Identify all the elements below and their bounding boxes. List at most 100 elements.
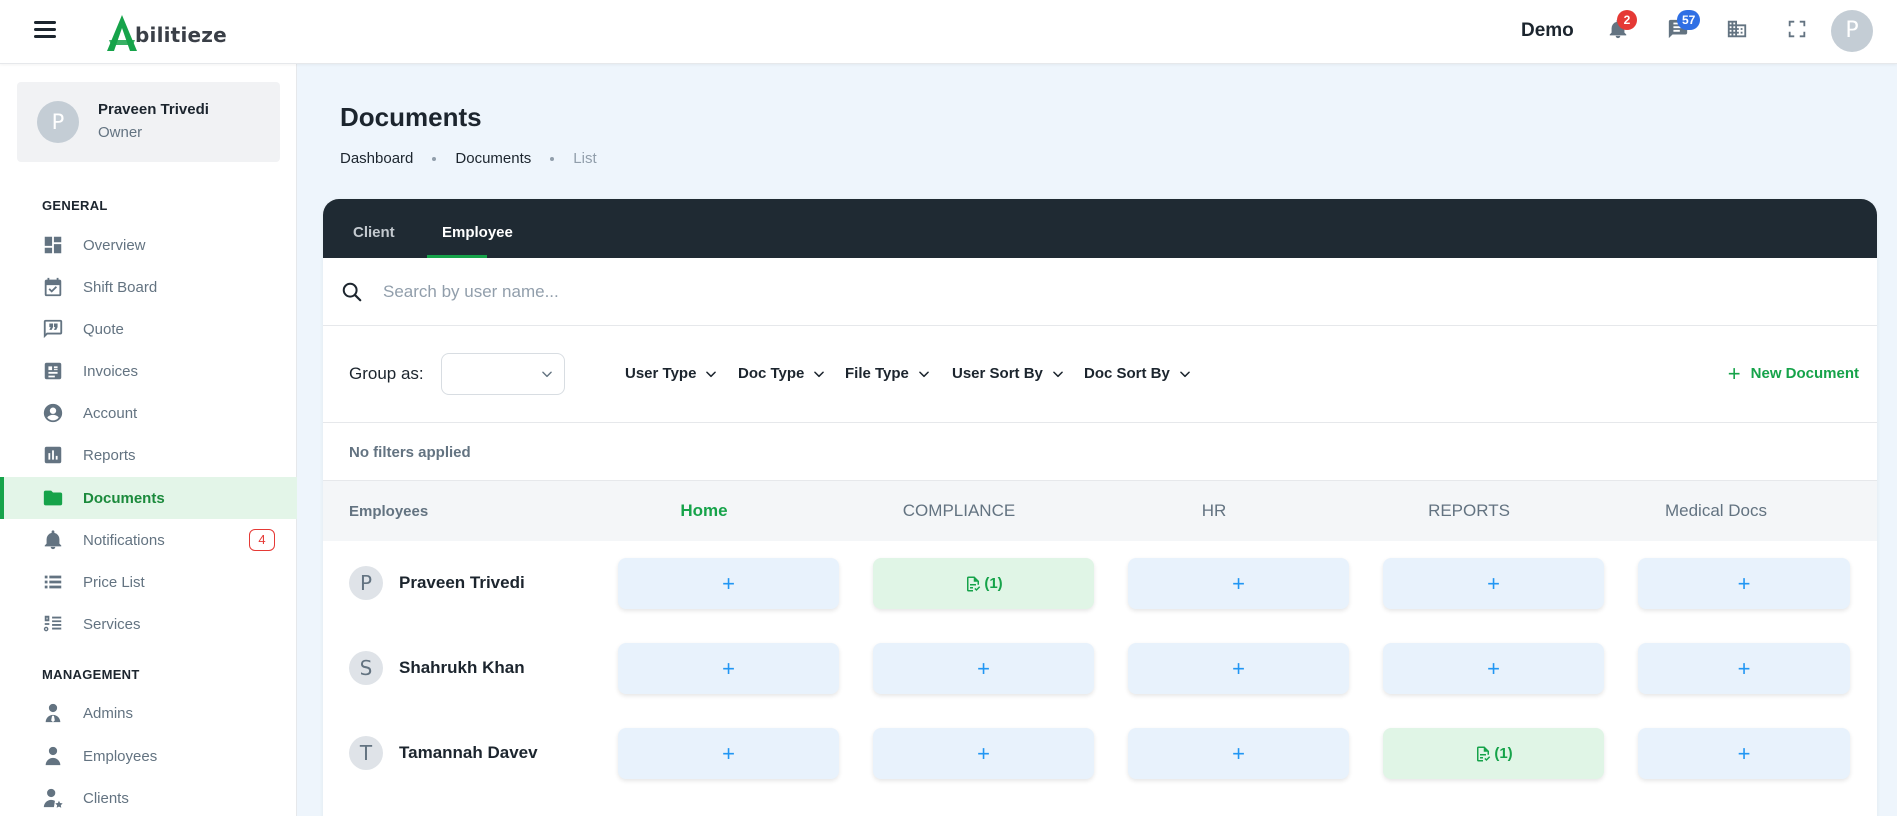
building-icon [1727,20,1747,38]
sidebar-item-label: Services [83,615,141,633]
sidebar-item-documents[interactable]: Documents [0,477,297,519]
add-document-button[interactable]: + [1383,643,1604,694]
breadcrumb-dashboard[interactable]: Dashboard [340,150,413,167]
sidebar-item-price-list[interactable]: Price List [0,561,297,603]
file-type-label: File Type [845,365,909,382]
column-header-medical-docs[interactable]: Medical Docs [1610,501,1822,521]
sidebar-item-employees[interactable]: Employees [0,735,297,777]
document-count: (1) [1494,745,1513,762]
add-document-button[interactable]: + [873,728,1094,779]
document-count-button[interactable]: (1) [873,558,1094,609]
column-header-compliance[interactable]: COMPLIANCE [849,501,1069,521]
search-bar [323,258,1877,326]
sidebar-item-label: Quote [83,320,124,338]
doc-sort-by-label: Doc Sort By [1084,365,1170,382]
filter-status-text: No filters applied [349,444,471,461]
group-as-select[interactable] [441,353,565,395]
profile-card[interactable]: P Praveen Trivedi Owner [17,82,280,162]
employee-name[interactable]: Tamannah Davev [399,743,538,763]
app-logo[interactable]: bilitieze [106,12,227,52]
employee-name[interactable]: Shahrukh Khan [399,658,525,678]
client-star-icon [42,787,64,809]
top-bar: bilitieze Demo 2 57 P [0,0,1897,64]
filter-bar: Group as: User Type Doc Type File Type U… [323,326,1877,423]
document-count-button[interactable]: (1) [1383,728,1604,779]
chevron-down-icon [1180,370,1190,377]
column-header-reports[interactable]: REPORTS [1359,501,1579,521]
logo-a-icon [107,15,137,51]
column-header-hr[interactable]: HR [1104,501,1324,521]
sidebar-item-quote[interactable]: Quote [0,308,297,350]
sidebar-item-notifications[interactable]: Notifications 4 [0,519,297,561]
doc-sort-by-dropdown[interactable]: Doc Sort By [1084,365,1192,382]
logo-text: bilitieze [135,23,227,47]
new-document-label: New Document [1750,365,1859,382]
employee-name[interactable]: Praveen Trivedi [399,573,525,593]
add-document-button[interactable]: + [1128,728,1349,779]
user-sort-by-label: User Sort By [952,365,1043,382]
menu-toggle-icon[interactable] [34,21,56,39]
tab-bar: Client Employee [323,199,1877,258]
sidebar-item-label: Notifications [83,531,165,549]
add-document-button[interactable]: + [1638,643,1850,694]
add-document-button[interactable]: + [1383,558,1604,609]
sidebar: P Praveen Trivedi Owner GENERAL Overview… [0,64,297,816]
sidebar-item-label: Employees [83,747,158,765]
add-document-button[interactable]: + [1638,728,1850,779]
user-type-label: User Type [625,365,697,382]
user-avatar[interactable]: P [1831,10,1873,52]
sidebar-item-services[interactable]: Services [0,603,297,645]
table-row: T Tamannah Davev + + + (1) + [323,711,1877,796]
section-title-general: GENERAL [42,198,108,213]
sidebar-item-label: Shift Board [83,278,158,296]
company-name[interactable]: Demo [1521,20,1574,42]
bell-icon [42,529,64,551]
quote-icon [42,318,64,340]
new-document-button[interactable]: + New Document [1727,360,1859,386]
list-icon [42,571,64,593]
add-document-button[interactable]: + [1128,558,1349,609]
add-document-button[interactable]: + [1128,643,1349,694]
sidebar-item-label: Clients [83,789,129,807]
sidebar-item-overview[interactable]: Overview [0,224,297,266]
tab-employee[interactable]: Employee [442,224,513,241]
messages-button[interactable]: 57 [1667,10,1701,44]
notifications-button[interactable]: 2 [1607,10,1637,44]
tab-client[interactable]: Client [353,224,395,241]
organization-button[interactable] [1726,18,1752,44]
bar-chart-icon [42,444,64,466]
breadcrumb-documents[interactable]: Documents [455,150,531,167]
employee-user-icon [42,745,64,767]
user-sort-by-dropdown[interactable]: User Sort By [952,365,1065,382]
sidebar-item-label: Price List [83,573,145,591]
sidebar-item-reports[interactable]: Reports [0,434,297,476]
document-count: (1) [984,575,1003,592]
chevron-down-icon [919,370,929,377]
sidebar-item-account[interactable]: Account [0,392,297,434]
sidebar-item-admins[interactable]: Admins [0,692,297,734]
admin-user-icon [42,702,64,724]
sidebar-item-invoices[interactable]: Invoices [0,350,297,392]
plus-icon: + [1727,360,1741,386]
calendar-check-icon [42,276,64,298]
chevron-down-icon [1053,370,1063,377]
folder-icon [42,487,64,509]
sidebar-item-shift-board[interactable]: Shift Board [0,266,297,308]
column-header-home[interactable]: Home [594,501,814,521]
add-document-button[interactable]: + [618,728,839,779]
search-input[interactable] [383,274,1783,310]
doc-type-dropdown[interactable]: Doc Type [738,365,826,382]
fullscreen-icon [1788,20,1806,38]
fullscreen-button[interactable] [1786,18,1812,44]
documents-card: Client Employee Group as: User Type Doc … [323,199,1877,816]
sidebar-item-clients[interactable]: Clients [0,777,297,816]
add-document-button[interactable]: + [618,643,839,694]
chevron-down-icon [542,371,552,378]
add-document-button[interactable]: + [1638,558,1850,609]
file-type-dropdown[interactable]: File Type [845,365,931,382]
notifications-badge: 2 [1617,10,1637,30]
add-document-button[interactable]: + [618,558,839,609]
user-type-dropdown[interactable]: User Type [625,365,718,382]
add-document-button[interactable]: + [873,643,1094,694]
dashboard-icon [42,234,64,256]
